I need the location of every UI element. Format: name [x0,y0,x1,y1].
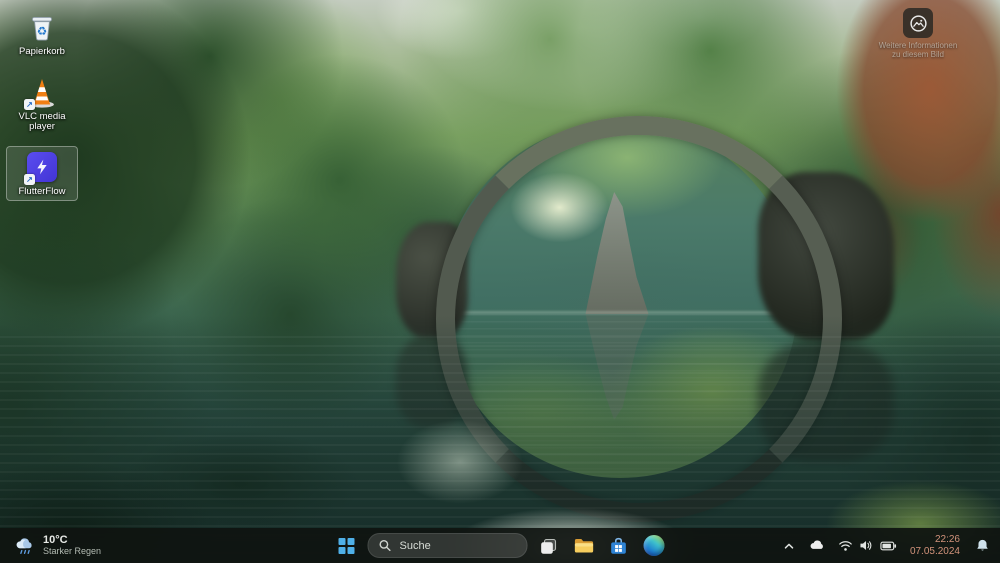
desktop-icon-label: VLC media player [18,111,66,132]
notification-center-button[interactable] [968,532,996,560]
desktop-icon-label: FlutterFlow [18,186,66,197]
battery-icon [880,541,896,550]
onedrive-button[interactable] [804,532,832,560]
start-button[interactable] [333,532,361,560]
spotlight-caption-line2: zu diesem Bild [891,50,945,59]
desktop: Weitere Informationen zu diesem Bild ♻ P… [0,0,1000,563]
search-input[interactable]: Suche [367,533,528,558]
task-view-button[interactable] [535,532,563,560]
task-view-icon [541,538,557,554]
shortcut-arrow-badge: ↗ [24,99,35,110]
tray-overflow-button[interactable] [775,532,803,560]
clock-time: 22:26 [934,533,960,545]
windows-logo-icon [338,537,355,554]
desktop-icon-flutterflow[interactable]: ↗ FlutterFlow [6,146,78,201]
taskbar-center: Suche [333,528,668,563]
microsoft-store-button[interactable] [605,532,633,560]
weather-texts: 10°C Starker Regen [43,534,101,557]
spotlight-caption-line1: Weitere Informationen [878,41,958,50]
vlc-cone-icon: ↗ [24,75,59,110]
landscape-photo-icon [909,14,927,32]
svg-text:♻: ♻ [37,24,47,38]
desktop-icon-recycle-bin[interactable]: ♻ Papierkorb [6,6,78,61]
file-explorer-button[interactable] [570,532,598,560]
rain-cloud-icon [16,537,32,554]
edge-browser-button[interactable] [640,532,668,560]
weather-temperature: 10°C [43,534,68,546]
desktop-icon-label: Papierkorb [19,46,65,57]
onedrive-cloud-icon [810,540,824,549]
weather-widget[interactable]: 10°C Starker Regen [4,528,111,563]
clock-date: 07.05.2024 [909,545,960,557]
clock-widget[interactable]: 22:26 07.05.2024 [903,532,967,560]
system-tray: 22:26 07.05.2024 [775,528,996,563]
microsoft-store-icon [611,537,626,554]
search-icon [379,540,391,552]
shortcut-arrow-badge: ↗ [24,174,35,185]
network-volume-battery-button[interactable] [833,532,902,560]
flutterflow-icon: ↗ [24,150,59,185]
file-explorer-icon [574,538,593,553]
taskbar: 10°C Starker Regen Suche 22:26 07.05.202… [0,528,1000,563]
search-placeholder: Suche [399,539,431,552]
wifi-icon [839,541,852,551]
desktop-icon-vlc[interactable]: ↗ VLC media player [6,71,78,136]
weather-condition: Starker Regen [43,546,102,556]
chevron-up-icon [784,543,794,549]
volume-icon [860,541,872,550]
recycle-bin-icon: ♻ [25,10,59,44]
desktop-icon-column: ♻ Papierkorb ↗ VLC media player ↗ Flutte… [6,6,78,201]
edge-icon [643,535,664,556]
spotlight-caption: Weitere Informationen zu diesem Bild [879,41,958,59]
spotlight-info-button[interactable] [903,8,933,38]
spotlight-widget: Weitere Informationen zu diesem Bild [858,8,978,59]
notification-bell-icon [976,539,988,551]
